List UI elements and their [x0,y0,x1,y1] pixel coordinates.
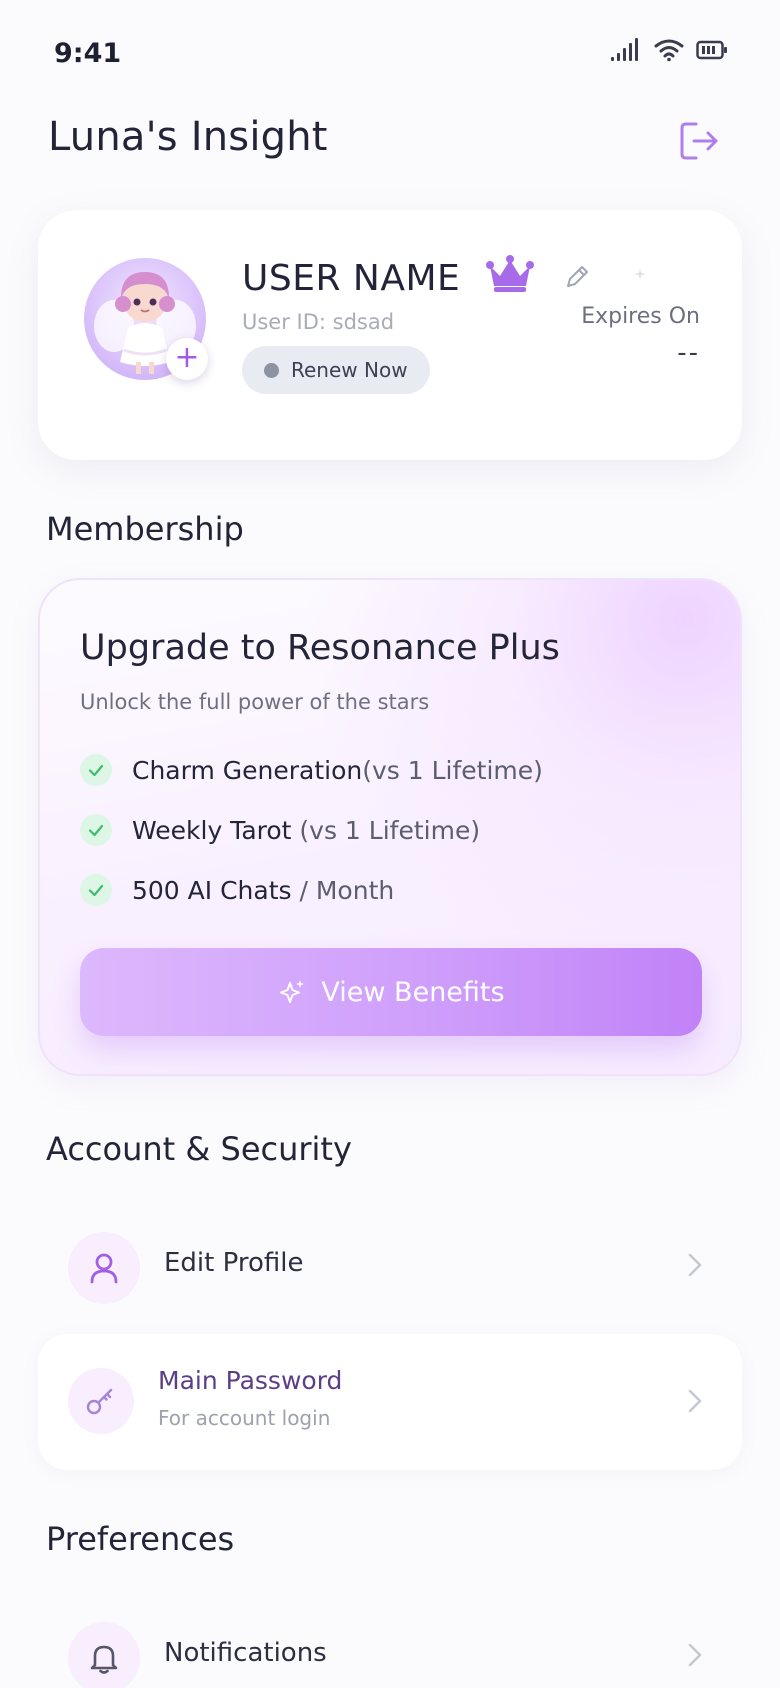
wifi-icon [654,39,684,62]
status-bar: 9:41 [0,0,780,110]
upgrade-subtitle: Unlock the full power of the stars [80,690,430,714]
view-benefits-label: View Benefits [321,976,505,1008]
profile-card: + USER NAME User ID: sdsad Renew Now Exp… [38,210,742,460]
feature-item: Charm Generation (vs 1 Lifetime) [80,754,543,786]
list-item-sublabel: For account login [158,1406,331,1430]
logout-button[interactable] [676,118,722,164]
check-icon [80,814,112,846]
feature-detail: / Month [291,875,395,905]
logout-icon [680,122,718,160]
add-photo-button[interactable]: + [166,338,208,380]
membership-card: Upgrade to Resonance Plus Unlock the ful… [38,578,742,1076]
view-benefits-button[interactable]: View Benefits [80,948,702,1036]
chevron-right-icon [688,1389,702,1413]
sparkles-icon [280,980,305,1003]
bell-icon [90,1645,118,1674]
check-icon [80,874,112,906]
sparkle-icon [634,268,646,280]
list-item-edit-profile[interactable]: Edit Profile [38,1198,742,1332]
status-time: 9:41 [54,38,122,69]
user-id: User ID: sdsad [242,310,395,334]
crown-icon [486,255,534,292]
key-icon [86,1388,113,1415]
preferences-section-title: Preferences [46,1520,235,1558]
status-icons [610,38,728,62]
list-item-notifications[interactable]: Notifications [38,1588,742,1688]
check-icon [80,754,112,786]
signal-icon [611,38,638,61]
battery-icon [696,40,727,60]
renew-label: Renew Now [291,358,408,382]
upgrade-title: Upgrade to Resonance Plus [80,628,560,668]
feature-name: Weekly Tarot [132,815,292,845]
status-dot-icon [264,362,279,378]
feature-detail: (vs 1 Lifetime) [362,755,543,785]
user-name: USER NAME [242,258,461,299]
feature-name: Charm Generation [132,755,363,785]
list-icon-container [68,1622,140,1688]
feature-item: Weekly Tarot (vs 1 Lifetime) [80,814,480,846]
renew-now-button[interactable]: Renew Now [242,346,430,394]
list-item-label: Notifications [164,1638,327,1668]
user-icon [90,1253,118,1284]
expires-label: Expires On [581,304,700,329]
account-section-title: Account & Security [46,1130,352,1168]
membership-section-title: Membership [46,510,244,548]
chevron-right-icon [688,1643,702,1667]
chevron-right-icon [688,1253,702,1277]
feature-name: 500 AI Chats [132,875,292,905]
edit-name-icon[interactable] [562,262,592,292]
list-icon-container [68,1232,140,1304]
list-item-label: Edit Profile [164,1248,304,1278]
page-title: Luna's Insight [48,114,328,160]
feature-detail: (vs 1 Lifetime) [291,815,481,845]
expires-value: -- [677,338,700,368]
list-icon-container [68,1368,134,1434]
list-item-main-password[interactable]: Main Password For account login [38,1334,742,1470]
feature-item: 500 AI Chats / Month [80,874,394,906]
list-item-label: Main Password [158,1366,343,1395]
